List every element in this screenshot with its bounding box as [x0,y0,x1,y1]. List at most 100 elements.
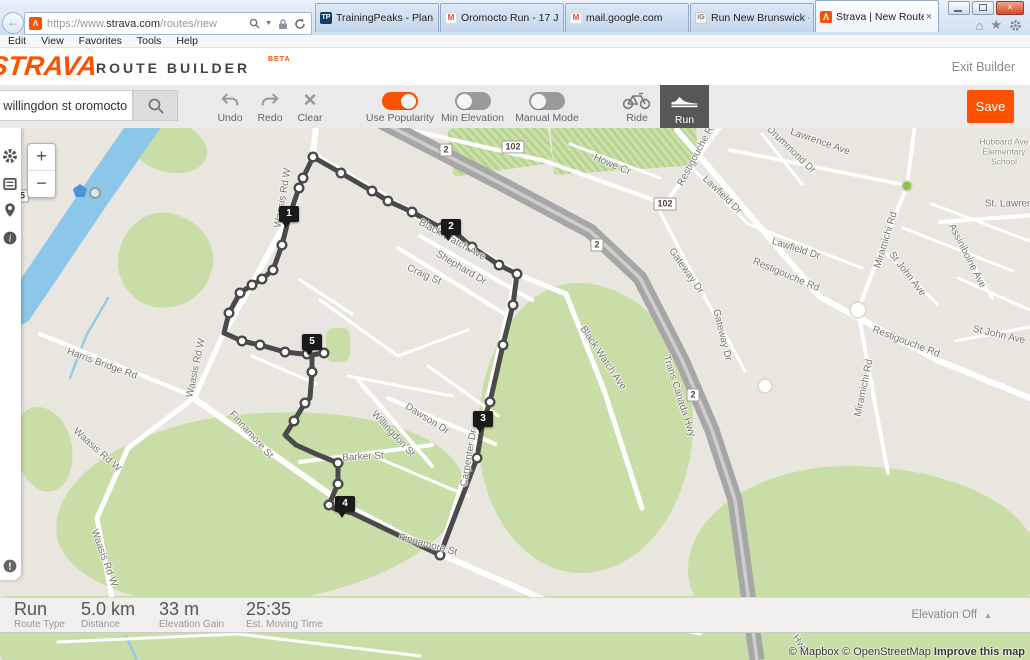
map-zoom-control: + − [27,143,56,198]
route-line[interactable] [224,157,517,555]
route-point[interactable] [236,289,245,298]
route-point[interactable] [320,349,329,358]
clear-button[interactable]: × Clear [290,91,330,124]
toggle-pill-on[interactable] [382,92,418,110]
route-point[interactable] [495,261,504,270]
close-button[interactable]: × [996,1,1024,15]
restore-button[interactable] [972,1,994,15]
menu-favorites[interactable]: Favorites [79,35,122,47]
tab-mail-google[interactable]: M mail.google.com [565,3,689,32]
street-label: St. Lawrence [985,199,1030,210]
undo-button[interactable]: Undo [210,91,250,124]
route-point[interactable] [337,169,346,178]
road-line [300,280,352,314]
redo-button[interactable]: Redo [250,91,290,124]
zoom-out-button[interactable]: − [28,171,55,197]
map-canvas[interactable]: Waasis Rd WBlack Watch AveShephard DrCra… [0,128,1030,660]
exit-builder-link[interactable]: Exit Builder [952,60,1015,74]
zoom-in-button[interactable]: + [28,144,55,171]
stat-route-type: Run Route Type [14,600,81,630]
route-point[interactable] [281,348,290,357]
route-point[interactable] [290,417,299,426]
search-icon[interactable] [249,18,260,29]
route-point[interactable] [384,197,393,206]
settings-gear-icon[interactable] [2,148,18,164]
min-elevation-toggle[interactable]: Min Elevation [430,92,515,124]
road-line [440,554,545,600]
route-point[interactable] [278,241,287,250]
info-icon[interactable]: i [2,230,18,246]
tab-trainingpeaks[interactable]: TP TrainingPeaks - Plan your trai... [315,3,439,32]
minimize-button[interactable] [948,1,970,15]
route-point[interactable] [238,337,247,346]
menu-edit[interactable]: Edit [8,35,26,47]
address-bar[interactable]: Λ https://www.strava.com/routes/new ▼ [24,12,312,35]
route-point[interactable] [486,398,495,407]
tab-strava-new-route[interactable]: Λ Strava | New Route × [815,0,939,32]
menu-help[interactable]: Help [176,35,198,47]
osm-link[interactable]: © OpenStreetMap [842,646,931,658]
route-point[interactable] [334,480,343,489]
route-point[interactable] [248,281,257,290]
route-stats-bar: Run Route Type 5.0 km Distance 33 m Elev… [0,597,1030,633]
refresh-icon[interactable] [294,18,306,30]
ride-mode-button[interactable]: Ride [617,91,657,124]
route-marker-1[interactable]: 1 [279,206,299,222]
gear-icon[interactable] [1009,19,1022,32]
route-point[interactable] [269,266,278,275]
favorites-star-icon[interactable]: ★ [990,17,1002,33]
strava-logo[interactable]: STRAVA [0,51,99,82]
route-point[interactable] [299,174,308,183]
road-shield: 2 [439,144,452,157]
toggle-pill-off[interactable] [455,92,491,110]
route-point[interactable] [309,153,318,162]
list-icon[interactable] [2,176,18,192]
route-point[interactable] [258,275,267,284]
route-point[interactable] [408,208,417,217]
route-point[interactable] [368,187,377,196]
menu-tools[interactable]: Tools [137,35,162,47]
strava-header: STRAVA ROUTE BUILDER BETA Exit Builder [0,48,1030,85]
tab-oromocto-run-email[interactable]: M Oromocto Run - 17 June 18 - I... [440,3,564,32]
route-point[interactable] [225,309,234,318]
page-title: ROUTE BUILDER [96,60,250,76]
strava-favicon: Λ [820,11,832,23]
route-point[interactable] [509,301,518,310]
route-point[interactable] [256,341,265,350]
route-point[interactable] [295,184,304,193]
road-line [940,215,1030,222]
menu-view[interactable]: View [41,35,64,47]
road-line [517,274,566,294]
route-point[interactable] [499,341,508,350]
tab-run-new-brunswick[interactable]: iG Run New Brunswick - Road Ra... [690,3,814,32]
search-input[interactable] [0,90,133,121]
url-text[interactable]: https://www.strava.com/routes/new [47,18,249,30]
route-marker-5[interactable]: 5 [302,334,322,350]
tab-close-icon[interactable]: × [924,11,934,23]
browser-back-button[interactable]: ← [2,12,24,34]
alert-icon[interactable]: ! [2,558,18,574]
map-vector-layer [0,128,1030,660]
route-point[interactable] [301,399,310,408]
route-marker-3[interactable]: 3 [473,411,493,427]
route-point[interactable] [325,501,334,510]
save-button[interactable]: Save [967,90,1014,123]
route-point[interactable] [308,368,317,377]
route-point[interactable] [334,459,343,468]
chevron-down-icon[interactable]: ▼ [265,20,272,27]
manual-mode-toggle[interactable]: Manual Mode [504,92,590,124]
home-icon[interactable]: ⌂ [975,18,983,33]
mapbox-link[interactable]: © Mapbox [789,646,839,658]
clear-x-icon: × [290,91,330,110]
browser-menu-bar: Edit View Favorites Tools Help [0,35,1030,48]
search-button[interactable] [133,90,178,121]
run-mode-button[interactable]: Run [660,85,709,128]
route-marker-4[interactable]: 4 [335,496,355,512]
map[interactable]: Waasis Rd WBlack Watch AveShephard DrCra… [0,128,1030,660]
elevation-toggle[interactable]: Elevation Off ▲ [911,609,992,621]
route-point[interactable] [513,270,522,279]
toggle-pill-off[interactable] [529,92,565,110]
route-marker-2[interactable]: 2 [441,219,461,235]
location-pin-icon[interactable] [2,202,18,218]
improve-map-link[interactable]: Improve this map [934,646,1025,658]
